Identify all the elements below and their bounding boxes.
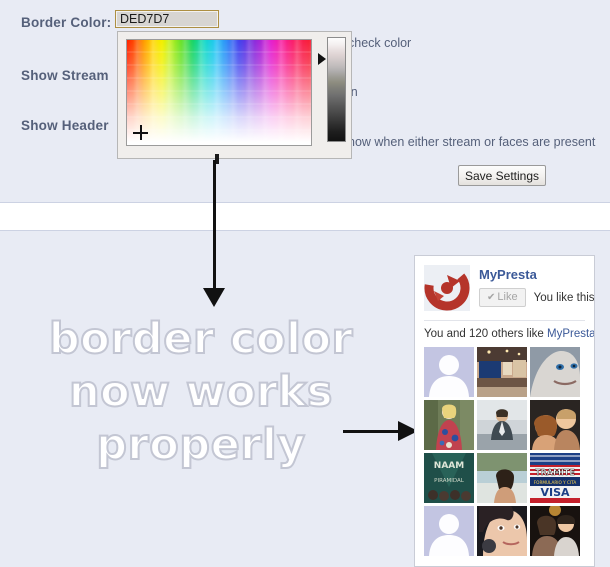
face-thumb-woman-floral-dress[interactable] [424,400,474,450]
svg-text:FORMULARIO Y CITA: FORMULARIO Y CITA [534,480,577,485]
face-thumb-portrait-blue-eyes[interactable] [530,347,580,397]
hint-check-color: check color [348,36,412,50]
mypresta-logo-icon [424,265,470,311]
widget-header-text: MyPresta ✔ Like You like this. [479,265,595,307]
you-like-this-text: You like this. [533,291,595,304]
page-name[interactable]: MyPresta [479,267,594,282]
like-button[interactable]: ✔ Like [479,288,526,307]
face-thumb-tramite-visa-banner[interactable]: TRAMITE FORMULARIO Y CITA VISA [530,453,580,503]
border-color-input[interactable] [115,10,219,28]
show-stream-label: Show Stream [21,68,109,83]
face-thumb-silhouette-avatar[interactable] [424,347,474,397]
face-thumb-naam-piramidal-poster[interactable]: NAAM PIRAMIDAL [424,453,474,503]
grayscale-selector-arrow-icon [318,53,326,65]
vertical-annotation-arrow-shaft [213,160,216,294]
color-picker-gradient-swatch[interactable] [126,39,312,146]
check-icon: ✔ [487,292,496,303]
friends-summary-link[interactable]: MyPresta [547,328,594,340]
border-color-label: Border Color: [21,15,112,30]
color-picker-crosshair-cursor[interactable] [133,125,148,140]
vertical-annotation-arrow-head-icon [203,288,225,307]
svg-text:NAAM: NAAM [434,461,464,471]
face-thumb-couple-night-photo[interactable] [530,506,580,556]
face-thumb-woman-closeup[interactable] [477,506,527,556]
hint-show-when-present: now when either stream or faces are pres… [348,135,596,149]
face-thumb-couple-portrait[interactable] [530,400,580,450]
widget-header: MyPresta ✔ Like You like this. [415,256,594,311]
like-row: ✔ Like You like this. [479,288,595,307]
facebook-like-box-widget: MyPresta ✔ Like You like this. You and 12… [414,255,595,567]
screenshot-root: Border Color: Show Stream Show Header ch… [0,0,610,567]
horizontal-annotation-arrow-shaft [343,430,401,433]
white-separator-band [0,203,610,230]
face-thumb-bedroom-photo[interactable] [477,347,527,397]
friend-faces-grid: NAAM PIRAMIDAL TRAMITE FORMULARIO Y CITA… [415,340,594,565]
face-thumb-woman-by-pool[interactable] [477,453,527,503]
settings-pane: Border Color: Show Stream Show Header ch… [0,0,610,203]
like-button-label: Like [497,291,518,303]
svg-text:PIRAMIDAL: PIRAMIDAL [434,478,465,484]
svg-text:TRAMITE: TRAMITE [535,468,575,477]
friends-summary-text: You and 120 others like MyPresta. [415,321,594,340]
svg-text:VISA: VISA [540,486,570,499]
grayscale-strip[interactable] [327,37,346,142]
face-thumb-man-seated-suit[interactable] [477,400,527,450]
save-settings-button[interactable]: Save Settings [458,165,546,186]
friends-summary-prefix: You and 120 others like [424,328,547,340]
show-header-label: Show Header [21,118,109,133]
step-banding-layer [127,40,311,145]
color-picker-popup[interactable] [117,31,352,164]
face-thumb-silhouette-avatar-2[interactable] [424,506,474,556]
